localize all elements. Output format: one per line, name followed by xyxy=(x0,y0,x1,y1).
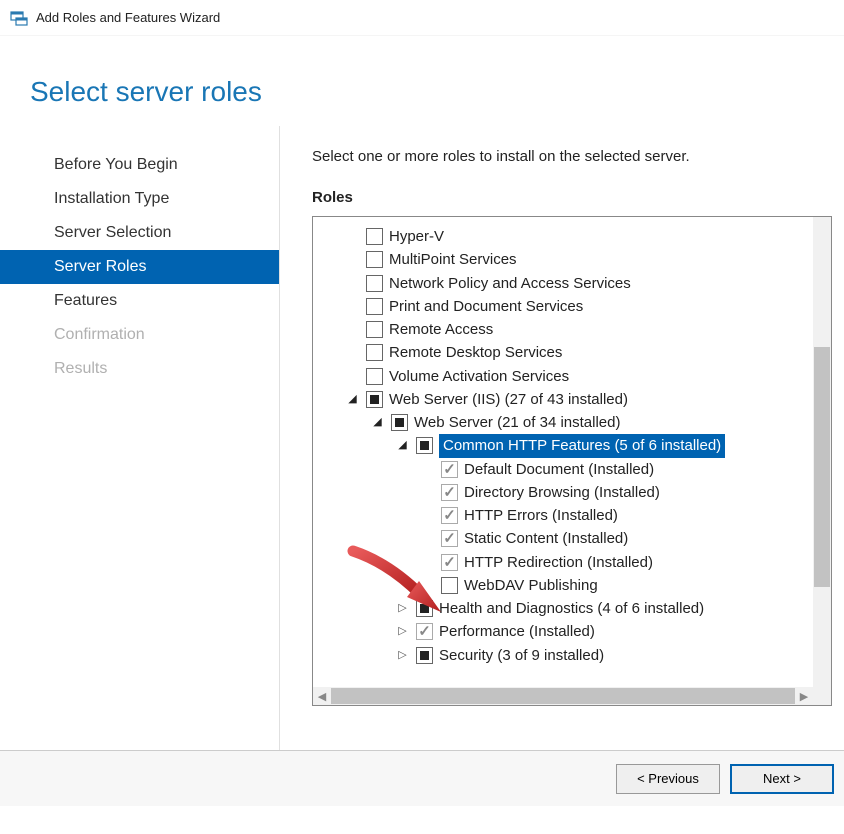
tree-expander-closed-icon[interactable]: ▷ xyxy=(395,624,410,639)
tree-row-label[interactable]: Volume Activation Services xyxy=(389,365,569,388)
tree-row[interactable]: Remote Access xyxy=(321,318,813,341)
tree-row-label[interactable]: Health and Diagnostics (4 of 6 installed… xyxy=(439,597,704,620)
main-panel: Select one or more roles to install on t… xyxy=(280,126,844,750)
tree-checkbox[interactable] xyxy=(416,437,433,454)
titlebar: Add Roles and Features Wizard xyxy=(0,0,844,36)
previous-button[interactable]: < Previous xyxy=(616,764,720,794)
tree-row-label[interactable]: Performance (Installed) xyxy=(439,620,595,643)
tree-expander-closed-icon[interactable]: ▷ xyxy=(395,601,410,616)
tree-checkbox[interactable] xyxy=(441,484,458,501)
roles-label: Roles xyxy=(312,189,832,206)
tree-checkbox[interactable] xyxy=(416,623,433,640)
tree-row-label[interactable]: Network Policy and Access Services xyxy=(389,272,631,295)
hscroll-left-icon[interactable]: ◀ xyxy=(313,687,331,705)
tree-checkbox[interactable] xyxy=(416,647,433,664)
roles-scroll: Hyper-VMultiPoint ServicesNetwork Policy… xyxy=(313,217,813,687)
tree-row-label[interactable]: Security (3 of 9 installed) xyxy=(439,644,604,667)
wizard-nav: Before You BeginInstallation TypeServer … xyxy=(0,126,280,750)
hscroll-right-icon[interactable]: ▶ xyxy=(795,687,813,705)
tree-row-label[interactable]: Print and Document Services xyxy=(389,295,583,318)
tree-row[interactable]: Default Document (Installed) xyxy=(321,458,813,481)
tree-row-label[interactable]: Common HTTP Features (5 of 6 installed) xyxy=(439,434,725,457)
tree-row-label[interactable]: Remote Access xyxy=(389,318,493,341)
tree-row-label[interactable]: HTTP Redirection (Installed) xyxy=(464,551,653,574)
tree-row-label[interactable]: Web Server (21 of 34 installed) xyxy=(414,411,621,434)
nav-item-confirmation: Confirmation xyxy=(0,318,279,352)
tree-row-label[interactable]: Static Content (Installed) xyxy=(464,527,628,550)
tree-row[interactable]: Hyper-V xyxy=(321,225,813,248)
scroll-corner xyxy=(813,687,831,705)
tree-row[interactable]: Print and Document Services xyxy=(321,295,813,318)
tree-row[interactable]: HTTP Errors (Installed) xyxy=(321,504,813,527)
hscroll-track[interactable] xyxy=(331,687,795,705)
tree-checkbox[interactable] xyxy=(416,600,433,617)
tree-row[interactable]: Directory Browsing (Installed) xyxy=(321,481,813,504)
footer: < Previous Next > xyxy=(0,750,844,806)
tree-row[interactable]: ▷ Security (3 of 9 installed) xyxy=(321,644,813,667)
tree-row-label[interactable]: Default Document (Installed) xyxy=(464,458,654,481)
nav-item-features[interactable]: Features xyxy=(0,284,279,318)
tree-checkbox[interactable] xyxy=(366,251,383,268)
nav-item-before-you-begin[interactable]: Before You Begin xyxy=(0,148,279,182)
tree-checkbox[interactable] xyxy=(366,275,383,292)
roles-box: Hyper-VMultiPoint ServicesNetwork Policy… xyxy=(312,216,832,706)
tree-row[interactable]: MultiPoint Services xyxy=(321,248,813,271)
tree-row[interactable]: ▷ Health and Diagnostics (4 of 6 installe… xyxy=(321,597,813,620)
vertical-scroll-thumb[interactable] xyxy=(814,347,830,587)
tree-expander-open-icon[interactable]: ◢ xyxy=(370,415,385,430)
tree-row[interactable]: ▷ Performance (Installed) xyxy=(321,620,813,643)
tree-checkbox[interactable] xyxy=(441,530,458,547)
horizontal-scrollbar[interactable]: ◀ ▶ xyxy=(313,687,813,705)
tree-row[interactable]: Network Policy and Access Services xyxy=(321,272,813,295)
tree-row-label[interactable]: Hyper-V xyxy=(389,225,444,248)
roles-tree: Hyper-VMultiPoint ServicesNetwork Policy… xyxy=(313,217,813,675)
tree-row-label[interactable]: MultiPoint Services xyxy=(389,248,517,271)
tree-expander-closed-icon[interactable]: ▷ xyxy=(395,648,410,663)
content: Before You BeginInstallation TypeServer … xyxy=(0,126,844,750)
wizard-icon xyxy=(10,9,28,27)
instruction-text: Select one or more roles to install on t… xyxy=(312,148,832,165)
tree-checkbox[interactable] xyxy=(441,554,458,571)
tree-checkbox[interactable] xyxy=(441,577,458,594)
nav-item-server-roles[interactable]: Server Roles xyxy=(0,250,279,284)
tree-expander-open-icon[interactable]: ◢ xyxy=(395,438,410,453)
tree-checkbox[interactable] xyxy=(391,414,408,431)
nav-item-server-selection[interactable]: Server Selection xyxy=(0,216,279,250)
tree-row[interactable]: Static Content (Installed) xyxy=(321,527,813,550)
tree-row-label[interactable]: Directory Browsing (Installed) xyxy=(464,481,660,504)
tree-checkbox[interactable] xyxy=(441,507,458,524)
tree-checkbox[interactable] xyxy=(366,298,383,315)
tree-checkbox[interactable] xyxy=(441,461,458,478)
window-title: Add Roles and Features Wizard xyxy=(36,10,220,25)
vertical-scrollbar[interactable] xyxy=(813,217,831,687)
nav-item-results: Results xyxy=(0,352,279,386)
tree-row[interactable]: ◢ Common HTTP Features (5 of 6 installed) xyxy=(321,434,813,457)
tree-expander-open-icon[interactable]: ◢ xyxy=(345,392,360,407)
tree-checkbox[interactable] xyxy=(366,321,383,338)
tree-row[interactable]: WebDAV Publishing xyxy=(321,574,813,597)
tree-checkbox[interactable] xyxy=(366,368,383,385)
horizontal-scroll-thumb[interactable] xyxy=(331,688,795,704)
next-button[interactable]: Next > xyxy=(730,764,834,794)
tree-checkbox[interactable] xyxy=(366,344,383,361)
tree-row-label[interactable]: Remote Desktop Services xyxy=(389,341,562,364)
tree-row[interactable]: ◢ Web Server (21 of 34 installed) xyxy=(321,411,813,434)
tree-row[interactable]: Volume Activation Services xyxy=(321,365,813,388)
tree-checkbox[interactable] xyxy=(366,228,383,245)
tree-row-label[interactable]: WebDAV Publishing xyxy=(464,574,598,597)
tree-row-label[interactable]: HTTP Errors (Installed) xyxy=(464,504,618,527)
tree-row[interactable]: ◢ Web Server (IIS) (27 of 43 installed) xyxy=(321,388,813,411)
tree-checkbox[interactable] xyxy=(366,391,383,408)
page-title: Select server roles xyxy=(0,36,844,126)
nav-item-installation-type[interactable]: Installation Type xyxy=(0,182,279,216)
tree-row-label[interactable]: Web Server (IIS) (27 of 43 installed) xyxy=(389,388,628,411)
tree-row[interactable]: HTTP Redirection (Installed) xyxy=(321,551,813,574)
tree-row[interactable]: Remote Desktop Services xyxy=(321,341,813,364)
